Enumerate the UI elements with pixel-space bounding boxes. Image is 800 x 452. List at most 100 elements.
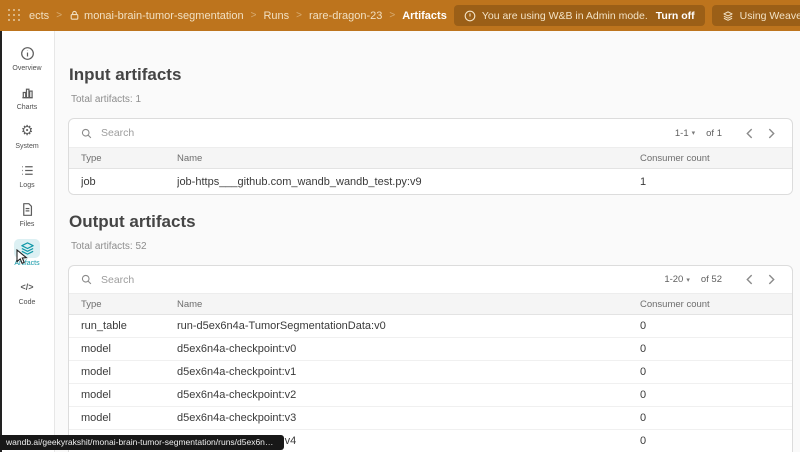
page-range-dropdown[interactable]: 1-1 ▾ — [675, 128, 695, 139]
output-table-toolbar: 1-20 ▾ of 52 — [69, 266, 792, 294]
window-left-edge — [0, 31, 2, 452]
sidebar-item-system[interactable]: ⚙ System — [3, 116, 51, 155]
artifacts-content: Input artifacts Total artifacts: 1 1-1 ▾… — [56, 31, 800, 452]
page-range-value: 1-20 — [664, 274, 684, 285]
sidebar-item-label: Artifacts — [14, 259, 40, 267]
input-table-search-input[interactable] — [99, 126, 675, 140]
cell-name: d5ex6n4a-checkpoint:v1 — [177, 366, 297, 378]
weave-banner-message: Using Weave 1.0 — [739, 9, 800, 22]
info-icon — [14, 44, 40, 63]
document-icon — [14, 200, 40, 219]
table-row[interactable]: model d5ex6n4a-checkpoint:v2 0 — [69, 384, 792, 407]
column-header-type[interactable]: Type — [81, 299, 177, 310]
breadcrumb-project-label: monai-brain-tumor-segmentation — [84, 9, 244, 22]
prev-page-button[interactable] — [740, 271, 758, 289]
cell-consumer-count: 0 — [640, 320, 647, 332]
sidebar-item-files[interactable]: Files — [3, 194, 51, 233]
input-artifacts-title: Input artifacts — [69, 65, 182, 84]
page-range-value: 1-1 — [674, 127, 689, 139]
artifacts-layers-icon — [14, 238, 40, 258]
cell-name: d5ex6n4a-checkpoint:v2 — [177, 389, 297, 401]
input-table-pagination: 1-1 ▾ of 1 — [675, 124, 780, 142]
page-range-dropdown[interactable]: 1-20 ▾ — [664, 274, 690, 285]
alert-circle-icon — [464, 10, 476, 21]
cell-consumer-count: 0 — [640, 343, 647, 355]
column-header-consumer-count[interactable]: Consumer count — [640, 153, 792, 164]
sidebar-item-label: Overview — [12, 64, 42, 72]
sidebar-item-logs[interactable]: Logs — [3, 155, 51, 194]
page-total: of 52 — [700, 274, 722, 285]
input-artifacts-table-card: 1-1 ▾ of 1 Type Name Consumer count j — [68, 118, 793, 195]
cell-type: model — [81, 412, 111, 424]
gear-icon: ⚙ — [20, 123, 34, 139]
prev-page-button[interactable] — [740, 124, 758, 142]
page-total: of 1 — [706, 127, 722, 139]
input-table-body: job job-https___github.com_wandb_wandb_te… — [69, 169, 792, 194]
cell-consumer-count: 0 — [640, 412, 647, 424]
breadcrumb-run-name[interactable]: rare-dragon-23 — [309, 10, 382, 22]
table-row[interactable]: run_table run-d5ex6n4a-TumorSegmentationD… — [69, 315, 792, 338]
admin-turn-off-button[interactable]: Turn off — [656, 10, 695, 22]
cell-consumer-count: 0 — [640, 389, 647, 401]
output-table-pagination: 1-20 ▾ of 52 — [664, 271, 780, 289]
sidebar-item-charts[interactable]: Charts — [3, 77, 51, 116]
cell-type: model — [81, 389, 111, 401]
sidebar-item-code[interactable]: </> Code — [3, 272, 51, 311]
breadcrumb-separator: > — [250, 10, 257, 21]
next-page-button[interactable] — [762, 124, 780, 142]
sidebar-item-artifacts[interactable]: Artifacts — [3, 233, 51, 272]
sidebar-item-label: Code — [18, 298, 36, 306]
breadcrumb-runs[interactable]: Runs — [263, 10, 289, 22]
apps-grid-icon[interactable] — [8, 8, 22, 23]
cell-name: job-https___github.com_wandb_wandb_test.… — [177, 175, 422, 188]
admin-mode-banner[interactable]: You are using W&B in Admin mode. Turn of… — [453, 5, 705, 26]
breadcrumb-artifacts-current[interactable]: Artifacts — [402, 10, 447, 22]
sidebar-item-overview[interactable]: Overview — [3, 38, 51, 77]
cell-type: model — [81, 366, 111, 378]
sidebar-item-label: Files — [19, 220, 35, 228]
weave-layers-icon — [723, 10, 733, 21]
wandb-run-artifacts-page: ects > monai-brain-tumor-segmentation > … — [0, 0, 800, 452]
column-header-name[interactable]: Name — [177, 299, 640, 310]
cell-name: d5ex6n4a-checkpoint:v0 — [177, 343, 297, 355]
breadcrumb: ects > monai-brain-tumor-segmentation > … — [29, 10, 447, 22]
table-row[interactable]: model d5ex6n4a-checkpoint:v3 0 — [69, 407, 792, 430]
column-header-name[interactable]: Name — [177, 153, 640, 164]
cell-type: run_table — [81, 320, 127, 332]
cell-consumer-count: 0 — [640, 435, 647, 447]
list-icon — [14, 161, 40, 180]
cell-name: run-d5ex6n4a-TumorSegmentationData:v0 — [177, 320, 386, 332]
table-row[interactable]: model d5ex6n4a-checkpoint:v0 0 — [69, 338, 792, 361]
weave-banner[interactable]: Using Weave 1.0 Turn off — [711, 5, 800, 26]
sidebar-item-label: Logs — [19, 181, 35, 189]
table-row[interactable]: model d5ex6n4a-checkpoint:v1 0 — [69, 361, 792, 384]
chevron-down-icon: ▾ — [686, 276, 690, 284]
admin-mode-message: You are using W&B in Admin mode. — [481, 9, 648, 22]
breadcrumb-projects[interactable]: ects — [29, 10, 49, 22]
input-artifacts-total: Total artifacts: 1 — [71, 94, 142, 105]
output-artifacts-table-card: 1-20 ▾ of 52 Type Name Consumer count — [68, 265, 793, 452]
output-table-search-input[interactable] — [99, 272, 665, 287]
table-row[interactable]: job job-https___github.com_wandb_wandb_te… — [69, 169, 792, 194]
run-sidebar: Overview Charts ⚙ System Logs Files Arti… — [0, 31, 55, 452]
link-preview-statusbar: wandb.ai/geekyrakshit/monai-brain-tumor-… — [0, 435, 284, 450]
chevron-down-icon: ▾ — [691, 130, 696, 137]
output-table-header: Type Name Consumer count — [69, 294, 792, 315]
column-header-consumer-count[interactable]: Consumer count — [640, 299, 792, 310]
breadcrumb-project[interactable]: monai-brain-tumor-segmentation — [69, 10, 244, 22]
next-page-button[interactable] — [762, 271, 780, 289]
output-artifacts-title: Output artifacts — [69, 212, 196, 231]
input-table-header: Type Name Consumer count — [69, 148, 792, 169]
input-table-toolbar: 1-1 ▾ of 1 — [69, 119, 792, 148]
output-artifacts-total: Total artifacts: 52 — [71, 241, 147, 252]
search-icon — [81, 128, 92, 138]
column-header-type[interactable]: Type — [81, 153, 177, 164]
sidebar-item-label: System — [15, 142, 39, 150]
code-icon: </> — [20, 282, 34, 292]
search-icon — [81, 274, 92, 285]
cell-consumer-count: 1 — [640, 175, 647, 188]
breadcrumb-separator: > — [56, 10, 63, 21]
lock-icon — [70, 10, 79, 20]
top-navigation-bar: ects > monai-brain-tumor-segmentation > … — [0, 0, 800, 31]
breadcrumb-separator: > — [296, 10, 302, 21]
